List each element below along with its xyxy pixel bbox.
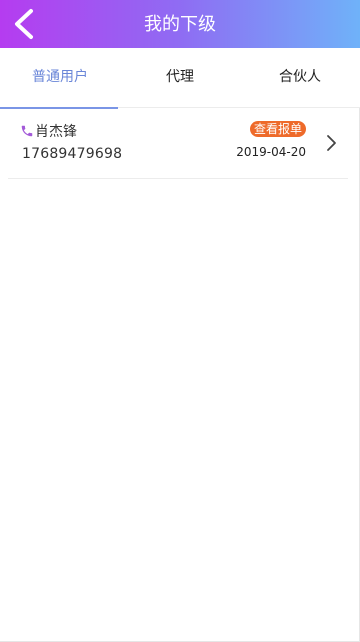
chevron-right-icon — [327, 135, 336, 151]
header-bar: 我的下级 — [0, 0, 360, 48]
chevron-left-icon — [15, 9, 33, 39]
list-item[interactable]: 肖杰锋 17689479698 查看报单 2019-04-20 — [8, 108, 348, 179]
name-row: 肖杰锋 — [20, 122, 77, 140]
member-name: 肖杰锋 — [35, 124, 77, 140]
phone-icon — [21, 125, 33, 137]
page: 我的下级 普通用户 代理 合伙人 肖杰锋 17689479698 查看报单 20… — [0, 0, 360, 642]
tab-partners[interactable]: 合伙人 — [240, 48, 360, 108]
view-report-badge[interactable]: 查看报单 — [249, 121, 306, 137]
tab-regular-users[interactable]: 普通用户 — [0, 48, 120, 109]
page-title: 我的下级 — [144, 14, 216, 35]
member-phone: 17689479698 — [22, 146, 123, 162]
tab-agents[interactable]: 代理 — [120, 48, 240, 108]
tab-bar: 普通用户 代理 合伙人 — [0, 48, 360, 109]
member-list: 肖杰锋 17689479698 查看报单 2019-04-20 — [0, 108, 360, 179]
back-button[interactable] — [0, 0, 48, 48]
member-date: 2019-04-20 — [236, 145, 306, 159]
